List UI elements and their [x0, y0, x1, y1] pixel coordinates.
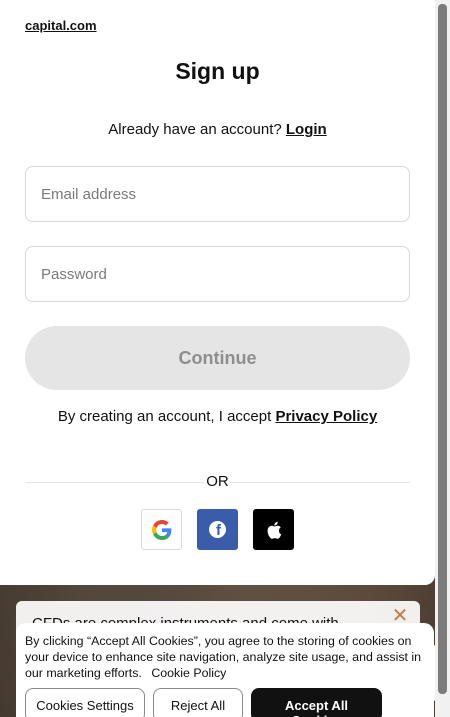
- accept-all-cookies-button[interactable]: Accept All Cookies: [251, 688, 382, 717]
- page-title: Sign up: [175, 58, 260, 84]
- apple-signup-button[interactable]: [253, 509, 294, 550]
- or-divider: OR: [25, 473, 410, 491]
- apple-icon: [267, 521, 281, 539]
- facebook-icon: f: [209, 521, 226, 538]
- facebook-signup-button[interactable]: f: [197, 509, 238, 550]
- have-account-text: Already have an account?: [108, 121, 282, 138]
- policy-text: By creating an account, I accept: [57, 408, 272, 425]
- policy-row: By creating an account, I accept Privacy…: [0, 408, 435, 425]
- google-signup-button[interactable]: [141, 509, 182, 550]
- have-account-row: Already have an account? Login: [0, 121, 435, 138]
- cookies-settings-button[interactable]: Cookies Settings: [25, 688, 145, 717]
- signup-modal: capital.com Sign up Already have an acco…: [0, 0, 435, 585]
- password-field[interactable]: [25, 246, 410, 302]
- email-field[interactable]: [25, 166, 410, 222]
- scrollbar-thumb[interactable]: [438, 4, 447, 694]
- privacy-policy-link[interactable]: Privacy Policy: [275, 408, 377, 425]
- divider-line-right: [230, 482, 410, 483]
- cookie-policy-link[interactable]: Cookie Policy: [151, 666, 226, 680]
- login-link[interactable]: Login: [286, 121, 327, 138]
- reject-all-button[interactable]: Reject All: [153, 688, 243, 717]
- capital-logo-link[interactable]: capital.com: [25, 18, 97, 33]
- continue-button[interactable]: Continue: [25, 326, 410, 390]
- cookie-banner: By clicking “Accept All Cookies”, you ag…: [16, 623, 434, 717]
- google-icon: [151, 519, 171, 540]
- cookie-text-block: By clicking “Accept All Cookies”, you ag…: [25, 633, 425, 681]
- scrollbar[interactable]: [435, 0, 450, 717]
